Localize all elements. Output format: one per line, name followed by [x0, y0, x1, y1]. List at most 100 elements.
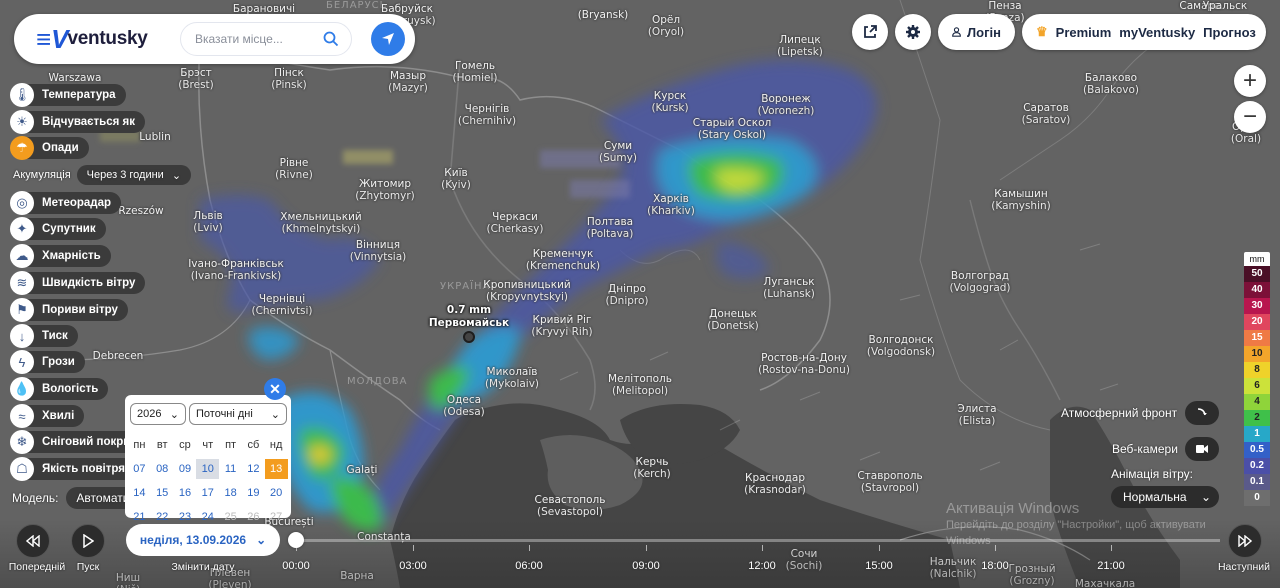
weather-front-toggle[interactable]: [1185, 401, 1219, 425]
premium-link[interactable]: Premium: [1056, 25, 1112, 40]
calendar-day[interactable]: 17: [196, 483, 219, 503]
city-label[interactable]: Донецьк (Donetsk): [707, 308, 759, 332]
city-label[interactable]: Мазыр (Mazyr): [388, 70, 428, 94]
calendar-day[interactable]: 11: [219, 459, 242, 479]
geolocate-button[interactable]: [371, 22, 405, 56]
layer-item[interactable]: ◎ Метеорадар: [10, 191, 122, 215]
layer-item[interactable]: 🌡 Температура: [10, 83, 126, 107]
city-label[interactable]: Краснодар (Krasnodar): [744, 472, 806, 496]
city-label[interactable]: Хмельницький (Khmelnytskyi): [280, 211, 362, 235]
zoom-out-button[interactable]: −: [1234, 101, 1266, 133]
calendar-day[interactable]: 19: [242, 483, 265, 503]
city-label[interactable]: Чернігів (Chernihiv): [458, 103, 516, 127]
city-label[interactable]: Одеса (Odesa): [443, 394, 485, 418]
share-button[interactable]: [852, 14, 888, 50]
city-label[interactable]: Полтава (Poltava): [587, 216, 634, 240]
city-label[interactable]: Балаково (Balakovo): [1083, 72, 1139, 96]
layer-item[interactable]: ✦ Супутник: [10, 217, 106, 241]
city-label[interactable]: Липецк (Lipetsk): [777, 34, 823, 58]
city-label[interactable]: Кривий Ріг (Kryvyi Rih): [531, 314, 592, 338]
myventusky-link[interactable]: myVentusky: [1119, 25, 1195, 40]
city-label[interactable]: Пінск (Pinsk): [271, 67, 306, 91]
calendar-day[interactable]: 13: [264, 459, 288, 479]
city-label[interactable]: Іvано-Франківськ (Ivano-Frankivsk): [188, 258, 284, 282]
play-button[interactable]: [71, 524, 105, 558]
city-label[interactable]: Камышин (Kamyshin): [991, 188, 1050, 212]
city-label[interactable]: Чернівці (Chernivtsi): [251, 293, 312, 317]
city-label[interactable]: Мелітополь (Melitopol): [608, 373, 672, 397]
timeline-time-label[interactable]: 00:00: [282, 560, 310, 572]
city-label[interactable]: Саратов (Saratov): [1022, 102, 1071, 126]
city-label[interactable]: Керчь (Kerch): [633, 456, 671, 480]
timeline-time-label[interactable]: 03:00: [399, 560, 427, 572]
city-label[interactable]: Старый Оскол (Stary Oskol): [693, 117, 772, 141]
layer-item[interactable]: ≈ Хвилі: [10, 404, 85, 428]
city-label[interactable]: (Bryansk): [578, 9, 629, 21]
layer-item[interactable]: ☀ Відчувається як: [10, 110, 146, 134]
calendar-day[interactable]: 12: [242, 459, 265, 479]
timeline-time-label[interactable]: 12:00: [748, 560, 776, 572]
city-label[interactable]: Миколаїв (Mykolaiv): [485, 366, 539, 390]
close-calendar-button[interactable]: ✕: [264, 378, 286, 400]
city-label[interactable]: Севастополь (Sevastopol): [535, 494, 606, 518]
city-label[interactable]: Рівне (Rivne): [275, 157, 313, 181]
timeline-time-label[interactable]: 09:00: [632, 560, 660, 572]
city-label[interactable]: Брэст (Brest): [178, 67, 214, 91]
city-label[interactable]: Орёл (Oryol): [648, 14, 684, 38]
city-label[interactable]: Ставрополь (Stavropol): [857, 470, 922, 494]
zoom-in-button[interactable]: +: [1234, 65, 1266, 97]
city-label[interactable]: Курск (Kursk): [651, 90, 688, 114]
year-select[interactable]: 2026 ⌄: [130, 403, 186, 425]
city-label[interactable]: Debrecen: [93, 350, 144, 362]
city-label[interactable]: Кропивницький (Kropyvnytskyi): [483, 279, 570, 303]
settings-button[interactable]: [895, 14, 931, 50]
forecast-link[interactable]: Прогноз: [1203, 25, 1256, 40]
city-label[interactable]: Уральск: [1203, 0, 1248, 12]
city-label[interactable]: Волгоград (Volgograd): [949, 270, 1010, 294]
calendar-day[interactable]: 20: [265, 483, 288, 503]
calendar-day[interactable]: 07: [128, 459, 151, 479]
layer-item[interactable]: ☖ Якість повітря: [10, 457, 135, 481]
city-label[interactable]: Волгодонск (Volgodonsk): [867, 334, 935, 358]
calendar-day[interactable]: 15: [151, 483, 174, 503]
calendar-day[interactable]: 09: [174, 459, 197, 479]
calendar-day[interactable]: 08: [151, 459, 174, 479]
previous-button[interactable]: [16, 524, 50, 558]
layer-item[interactable]: ❄ Сніговий покри: [10, 430, 141, 454]
city-label[interactable]: Воронеж (Voronezh): [758, 93, 815, 117]
city-label[interactable]: Кременчук (Kremenchuk): [526, 248, 600, 272]
city-label[interactable]: Rzeszów: [118, 205, 163, 217]
city-label[interactable]: Ростов-на-Дону (Rostov-na-Donu): [758, 352, 850, 376]
layer-item[interactable]: ☁ Хмарність: [10, 244, 111, 268]
city-label[interactable]: Житомир (Zhytomyr): [355, 178, 415, 202]
search-icon[interactable]: [323, 31, 339, 47]
layer-item[interactable]: 💧 Вологість: [10, 377, 109, 401]
city-label[interactable]: Харків (Kharkiv): [647, 193, 695, 217]
city-label[interactable]: Луганськ (Luhansk): [763, 276, 815, 300]
webcams-toggle[interactable]: [1185, 437, 1219, 461]
timeline-time-label[interactable]: 06:00: [515, 560, 543, 572]
city-label[interactable]: Вінниця (Vinnytsia): [350, 239, 407, 263]
next-button[interactable]: [1228, 524, 1262, 558]
layer-item[interactable]: ↓ Тиск: [10, 324, 78, 348]
layer-item[interactable]: ≋ Швидкість вітру: [10, 271, 146, 295]
city-label[interactable]: Київ (Kyiv): [441, 167, 471, 191]
calendar-day[interactable]: 10: [196, 459, 220, 479]
location-marker-pin[interactable]: [463, 331, 475, 343]
city-label[interactable]: Гомель (Homiel): [452, 60, 497, 84]
calendar-day[interactable]: 14: [128, 483, 151, 503]
timeline-slider-handle[interactable]: [288, 532, 304, 548]
city-label[interactable]: Черкаси (Cherkasy): [487, 211, 544, 235]
date-picker-button[interactable]: неділя, 13.09.2026 ⌄: [126, 524, 280, 556]
ventusky-logo[interactable]: ≡V ventusky: [36, 26, 148, 52]
login-button[interactable]: Логін: [938, 14, 1015, 50]
range-select[interactable]: Поточні дні ⌄: [189, 403, 287, 425]
layer-item[interactable]: ϟ Грози: [10, 350, 85, 374]
city-label[interactable]: Львів (Lviv): [193, 210, 222, 234]
city-label[interactable]: Суми (Sumy): [599, 140, 637, 164]
accumulation-select[interactable]: Через 3 години ⌄: [76, 165, 192, 185]
timeline-time-label[interactable]: 18:00: [981, 560, 1009, 572]
layer-item[interactable]: ☂ Опади: [10, 136, 89, 160]
city-label[interactable]: Дніпро (Dnipro): [605, 283, 648, 307]
city-label[interactable]: Элиста (Elista): [957, 403, 996, 427]
